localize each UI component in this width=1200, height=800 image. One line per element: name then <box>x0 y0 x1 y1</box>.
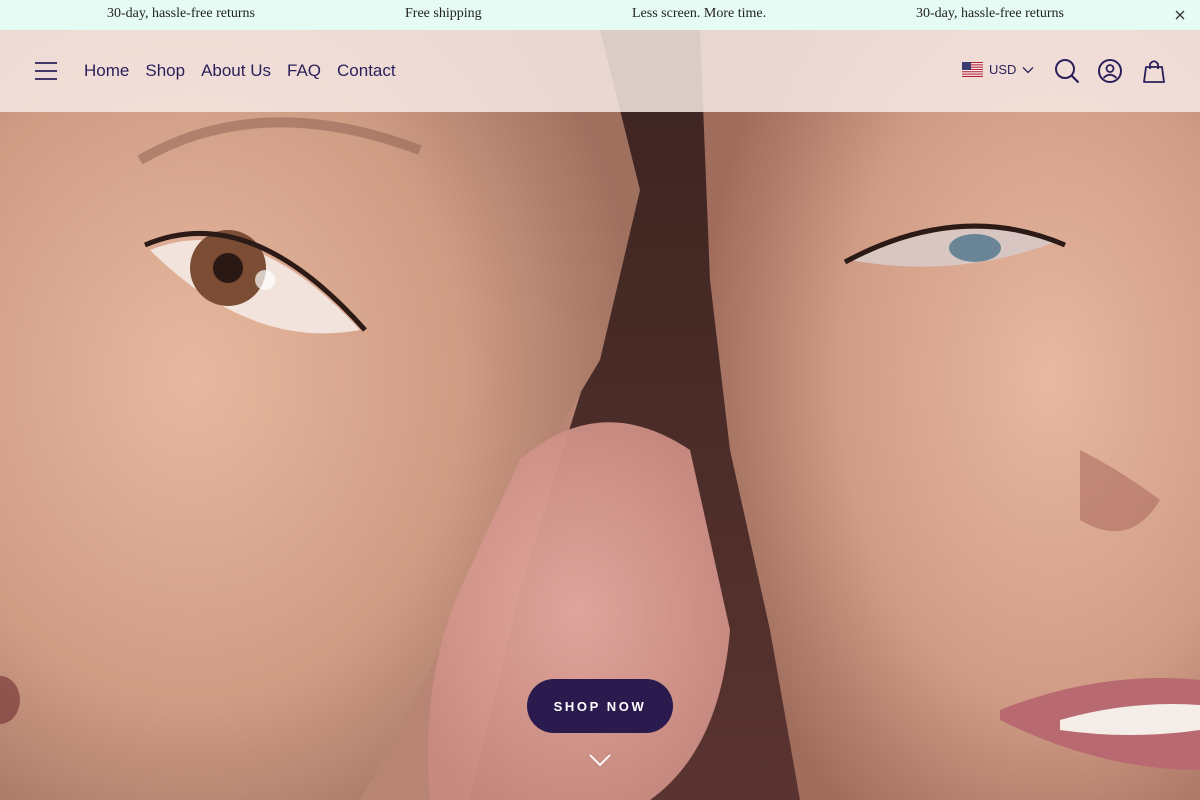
search-icon[interactable] <box>1054 58 1080 84</box>
main-nav: Home Shop About Us FAQ Contact <box>84 61 396 81</box>
shop-now-button[interactable]: SHOP NOW <box>527 679 673 733</box>
hamburger-menu-icon[interactable] <box>34 61 58 81</box>
chevron-down-icon <box>1022 66 1034 73</box>
nav-shop[interactable]: Shop <box>145 61 185 81</box>
close-icon[interactable] <box>1172 7 1188 23</box>
currency-code: USD <box>989 62 1017 77</box>
chevron-down-icon[interactable] <box>588 752 612 768</box>
account-icon[interactable] <box>1097 58 1123 84</box>
us-flag-icon <box>962 62 983 77</box>
nav-faq[interactable]: FAQ <box>287 61 321 81</box>
site-header: Home Shop About Us FAQ Contact USD <box>0 30 1200 112</box>
nav-contact[interactable]: Contact <box>337 61 396 81</box>
announcement-message: 30-day, hassle-free returns <box>107 6 255 21</box>
currency-selector[interactable]: USD <box>962 62 1034 77</box>
announcement-bar: 30-day, hassle-free returns Free shippin… <box>0 0 1200 30</box>
announcement-message: Less screen. More time. <box>632 6 767 21</box>
shopping-bag-icon[interactable] <box>1141 58 1167 84</box>
nav-about-us[interactable]: About Us <box>201 61 271 81</box>
nav-home[interactable]: Home <box>84 61 129 81</box>
announcement-message: Free shipping <box>405 6 482 21</box>
announcement-message: 30-day, hassle-free returns <box>916 6 1064 21</box>
